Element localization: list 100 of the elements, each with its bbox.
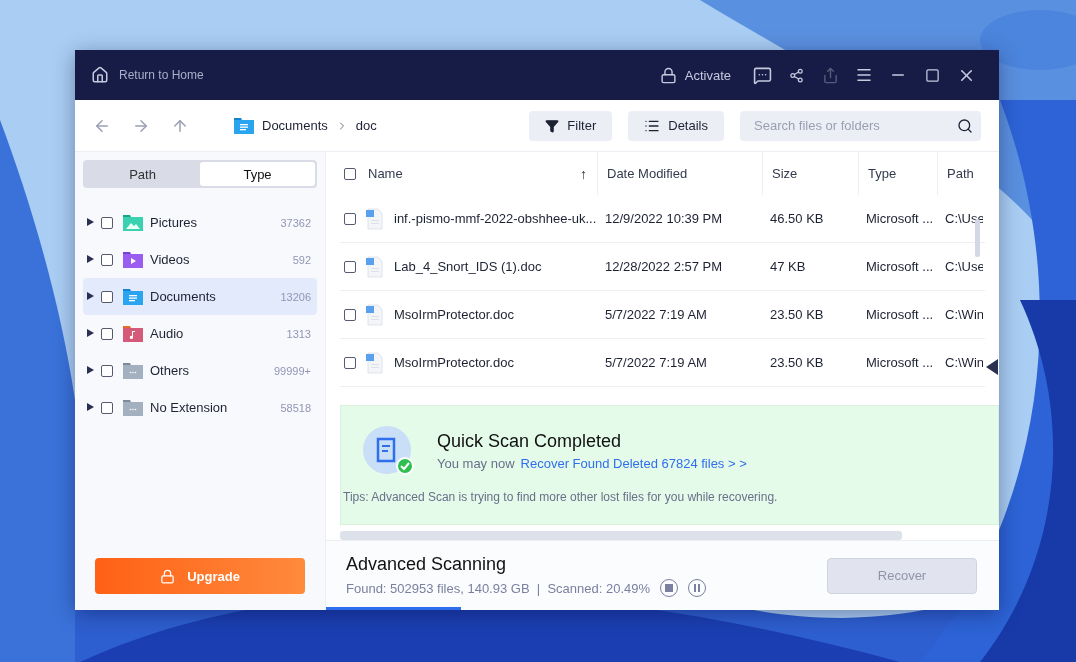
row-checkbox[interactable] (344, 308, 356, 321)
file-name: MsoIrmProtector.doc (394, 355, 514, 370)
recover-link[interactable]: Recover Found Deleted 67824 files > > (520, 456, 747, 471)
category-item[interactable]: Pictures 37362 (83, 204, 317, 241)
search-field[interactable]: Search files or folders (740, 110, 981, 141)
export-icon[interactable] (821, 66, 839, 84)
category-label: No Extension (150, 400, 229, 415)
document-folder-icon (234, 117, 254, 134)
scan-status: Found: 502953 files, 140.93 GB | Scanned: 20.49% (346, 580, 651, 596)
category-item[interactable]: No Extension 58518 (83, 389, 317, 426)
category-label: Documents (150, 289, 217, 304)
folder-icon (123, 362, 143, 379)
notice-title: Quick Scan Completed (437, 431, 623, 452)
notice-text: You may now (437, 456, 515, 471)
checkbox[interactable] (101, 327, 113, 340)
type-cell-text: Microsoft ... (865, 211, 935, 226)
path-cell-text: C:\Win (944, 355, 983, 370)
path-cell-text: C:\Win (944, 307, 983, 322)
file-name: MsoIrmProtector.doc (394, 307, 514, 322)
size-cell-text: 23.50 KB (769, 307, 825, 322)
checkbox[interactable] (101, 290, 113, 303)
filter-icon (545, 118, 560, 133)
activate-button[interactable]: Activate (659, 66, 731, 84)
size-cell-text: 47 KB (769, 259, 807, 274)
menu-icon[interactable] (855, 66, 873, 84)
music-folder-icon (123, 325, 143, 342)
return-home-button[interactable]: Return to Home (91, 66, 204, 84)
expand-icon[interactable] (87, 402, 94, 411)
file-count: 1313 (286, 327, 311, 340)
details-button[interactable]: Details (628, 110, 724, 141)
checkbox[interactable] (101, 364, 113, 377)
document-icon (364, 207, 386, 230)
category-label: Others (150, 363, 190, 378)
filter-button[interactable]: Filter (529, 110, 613, 141)
category-label: Audio (150, 326, 185, 341)
date-cell-text: 5/7/2022 7:19 AM (604, 355, 708, 370)
image-folder-icon (123, 214, 143, 231)
stop-icon (665, 584, 674, 592)
lock-icon (160, 568, 176, 584)
file-count: 13206 (280, 290, 311, 303)
select-all-checkbox[interactable] (344, 167, 356, 180)
date-cell-text: 12/28/2022 2:57 PM (604, 259, 724, 274)
column-header[interactable]: Name (368, 166, 568, 181)
size-cell-text: 23.50 KB (769, 355, 825, 370)
expand-icon[interactable] (87, 291, 94, 300)
column-header[interactable]: Size (762, 152, 858, 195)
lock-icon (659, 66, 677, 84)
file-count: 99999+ (274, 364, 311, 377)
row-checkbox[interactable] (344, 260, 356, 273)
file-count: 37362 (280, 216, 311, 229)
breadcrumb-item[interactable]: Documents (262, 118, 328, 133)
expand-icon[interactable] (87, 254, 94, 263)
video-folder-icon (123, 251, 143, 268)
category-item[interactable]: Others 99999+ (83, 352, 317, 389)
type-cell-text: Microsoft ... (865, 307, 935, 322)
size-cell-text: 46.50 KB (769, 211, 825, 226)
document-icon (364, 351, 386, 374)
document-folder-icon (123, 288, 143, 305)
row-checkbox[interactable] (344, 356, 356, 369)
column-header[interactable]: Type (858, 152, 937, 195)
file-count: 58518 (280, 401, 311, 414)
side-tab-icon[interactable] (986, 359, 998, 375)
pause-icon (693, 584, 702, 592)
column-header[interactable]: Date Modified (597, 152, 762, 195)
maximize-icon[interactable] (924, 67, 940, 83)
share-icon[interactable] (788, 67, 804, 83)
expand-icon[interactable] (87, 217, 94, 226)
date-cell-text: 12/9/2022 10:39 PM (604, 211, 724, 226)
scan-title: Advanced Scanning (346, 554, 508, 575)
column-header[interactable]: Path (937, 152, 983, 195)
view-tab[interactable]: Type (200, 162, 315, 186)
feedback-icon[interactable] (752, 65, 772, 85)
type-cell-text: Microsoft ... (865, 259, 935, 274)
category-item[interactable]: Audio 1313 (83, 315, 317, 352)
view-tab[interactable]: Path (85, 162, 200, 186)
document-icon (364, 255, 386, 278)
checkbox[interactable] (101, 216, 113, 229)
tips-text: Tips: Advanced Scan is trying to find more other lost files for you while recovering. (343, 490, 779, 504)
expand-icon[interactable] (87, 365, 94, 374)
row-checkbox[interactable] (344, 212, 356, 225)
category-label: Pictures (150, 215, 198, 230)
date-cell-text: 5/7/2022 7:19 AM (604, 307, 708, 322)
home-icon (91, 66, 109, 84)
expand-icon[interactable] (87, 328, 94, 337)
category-item[interactable]: Documents 13206 (83, 278, 317, 315)
sort-arrow[interactable]: ↑ (580, 165, 587, 182)
document-icon (364, 303, 386, 326)
breadcrumb-item[interactable]: doc (355, 118, 377, 133)
horizontal-scrollbar[interactable] (340, 531, 902, 540)
checkbox[interactable] (101, 401, 113, 414)
search-icon[interactable] (957, 117, 973, 134)
type-cell-text: Microsoft ... (865, 355, 935, 370)
category-label: Videos (150, 252, 191, 267)
folder-icon (123, 399, 143, 416)
file-name: inf.-pismo-mmf-2022-obshhee-uk... (394, 211, 597, 226)
scan-complete-icon (363, 426, 415, 476)
checkbox[interactable] (101, 253, 113, 266)
file-name: Lab_4_Snort_IDS (1).doc (394, 259, 542, 274)
category-item[interactable]: Videos 592 (83, 241, 317, 278)
file-count: 592 (292, 253, 311, 266)
